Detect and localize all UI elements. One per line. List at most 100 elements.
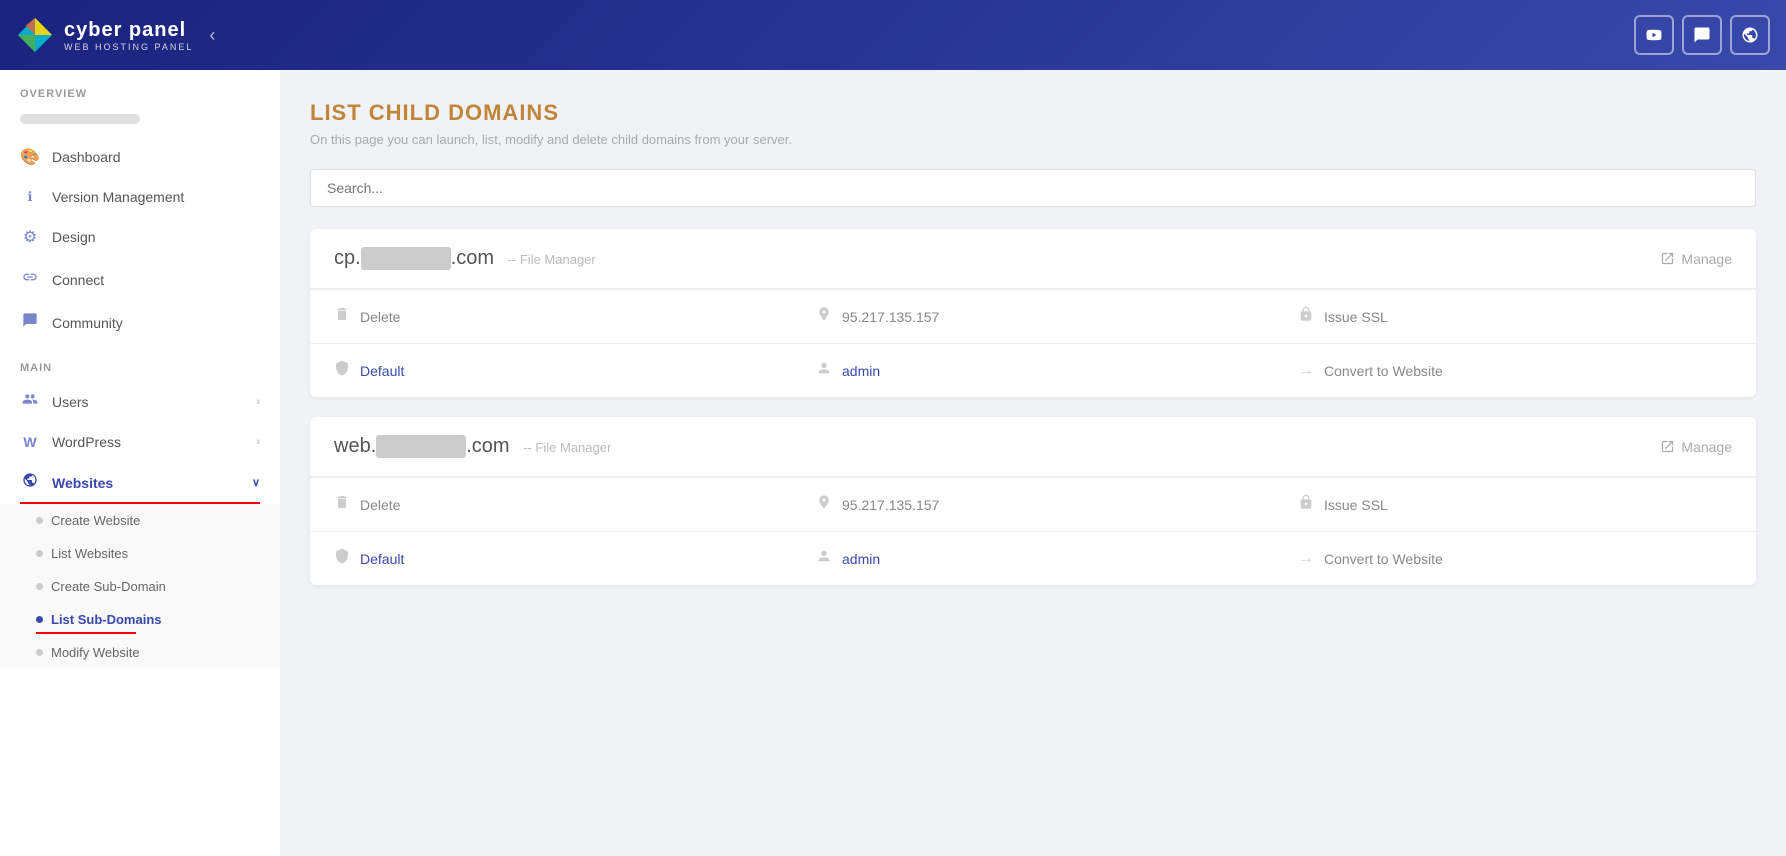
domain-card-1: cp.xxxxxxxxx.com -- File Manager Manage … (310, 229, 1756, 397)
sidebar-item-label: Users (52, 394, 89, 410)
wordpress-icon: W (20, 434, 40, 450)
websites-arrow: ∨ (252, 476, 260, 489)
domain-2-name: web.xxxxxxxxx.com -- File Manager (334, 435, 611, 458)
domain-2-manage-label: Manage (1681, 439, 1732, 455)
domain-card-2-body: Delete 95.217.135.157 Issue SSL (310, 477, 1756, 585)
ip-icon (816, 306, 832, 327)
submenu-label: List Websites (51, 546, 128, 561)
domain-2-package-action: Default (310, 531, 792, 585)
version-icon: ℹ (20, 189, 40, 205)
sidebar-item-label: Websites (52, 475, 113, 491)
dot-list-websites (36, 550, 43, 557)
domain-card-2-header: web.xxxxxxxxx.com -- File Manager Manage (310, 417, 1756, 477)
domain-1-manage-btn[interactable]: Manage (1660, 251, 1732, 267)
dot-create-website (36, 517, 43, 524)
logo: cyber panel WEB HOSTING PANEL (16, 16, 193, 54)
submenu-label: List Sub-Domains (51, 612, 162, 627)
search-input[interactable] (327, 180, 1739, 196)
sidebar-item-label: Connect (52, 272, 104, 288)
convert-icon: → (1298, 362, 1314, 380)
globe-icon[interactable] (1730, 15, 1770, 55)
sidebar: OVERVIEW 🎨 Dashboard ℹ Version Managemen… (0, 70, 280, 856)
sidebar-item-design[interactable]: ⚙ Design (0, 216, 280, 258)
sidebar-item-label: Community (52, 315, 123, 331)
domain-2-suffix: .com (466, 435, 509, 457)
domain-2-user-action: admin (792, 531, 1274, 585)
chat-icon[interactable] (1682, 15, 1722, 55)
header-icons (1634, 15, 1770, 55)
sidebar-item-users[interactable]: Users › (0, 380, 280, 423)
domain-1-ssl-action[interactable]: Issue SSL (1274, 289, 1756, 343)
sidebar-item-label: Design (52, 229, 96, 245)
domain-1-suffix: .com (451, 247, 494, 269)
domain-2-convert-action[interactable]: → Convert to Website (1274, 531, 1756, 585)
dot-list-subdomains (36, 616, 43, 623)
domain-2-convert-label: Convert to Website (1324, 551, 1443, 567)
sidebar-item-dashboard[interactable]: 🎨 Dashboard (0, 136, 280, 178)
layout: OVERVIEW 🎨 Dashboard ℹ Version Managemen… (0, 70, 1786, 856)
domain-card-2: web.xxxxxxxxx.com -- File Manager Manage… (310, 417, 1756, 585)
users-arrow: › (256, 396, 260, 408)
domain-2-blurred: xxxxxxxxx (376, 435, 466, 458)
domain-1-manage-label: Manage (1681, 251, 1732, 267)
domain-1-file-manager[interactable]: -- File Manager (508, 252, 596, 267)
submenu-label: Create Sub-Domain (51, 579, 166, 594)
sidebar-item-websites[interactable]: Websites ∨ (0, 461, 280, 504)
domain-1-user-action: admin (792, 343, 1274, 397)
delete-icon-2 (334, 494, 350, 515)
domain-1-name: cp.xxxxxxxxx.com -- File Manager (334, 247, 596, 270)
package-icon-2 (334, 548, 350, 569)
submenu-create-website[interactable]: Create Website (0, 504, 280, 537)
domain-1-prefix: cp. (334, 247, 361, 269)
users-icon (20, 391, 40, 412)
domain-2-delete-action[interactable]: Delete (310, 477, 792, 531)
domain-2-file-manager[interactable]: -- File Manager (523, 440, 611, 455)
domain-2-ip: 95.217.135.157 (842, 497, 939, 513)
domain-1-package-action: Default (310, 343, 792, 397)
brand-sub: WEB HOSTING PANEL (64, 42, 193, 52)
domain-1-ip-action: 95.217.135.157 (792, 289, 1274, 343)
main-label: MAIN (0, 344, 280, 380)
delete-label: Delete (360, 309, 400, 325)
sidebar-item-connect[interactable]: Connect (0, 258, 280, 301)
connect-icon (20, 269, 40, 290)
sidebar-item-wordpress[interactable]: W WordPress › (0, 423, 280, 461)
ssl-icon-2 (1298, 494, 1314, 515)
domain-2-manage-btn[interactable]: Manage (1660, 439, 1732, 455)
websites-icon (20, 472, 40, 493)
overview-label: OVERVIEW (0, 70, 280, 106)
dashboard-icon: 🎨 (20, 147, 40, 167)
list-subdomains-underline (36, 632, 136, 634)
package-icon (334, 360, 350, 381)
sidebar-toggle[interactable]: ‹ (209, 25, 215, 46)
main-content: LIST CHILD DOMAINS On this page you can … (280, 70, 1786, 856)
domain-1-ip: 95.217.135.157 (842, 309, 939, 325)
submenu-label: Create Website (51, 513, 140, 528)
dot-create-subdomain (36, 583, 43, 590)
submenu-create-subdomain[interactable]: Create Sub-Domain (0, 570, 280, 603)
submenu-list-websites[interactable]: List Websites (0, 537, 280, 570)
sidebar-item-version-management[interactable]: ℹ Version Management (0, 178, 280, 216)
youtube-icon[interactable] (1634, 15, 1674, 55)
wordpress-arrow: › (256, 436, 260, 448)
domain-1-delete-action[interactable]: Delete (310, 289, 792, 343)
domain-card-1-body: Delete 95.217.135.157 Issue SSL (310, 289, 1756, 397)
logo-text: cyber panel WEB HOSTING PANEL (64, 19, 193, 52)
user-bar (0, 106, 280, 132)
sidebar-item-community[interactable]: Community (0, 301, 280, 344)
domain-2-package-label: Default (360, 551, 404, 567)
domain-1-convert-action[interactable]: → Convert to Website (1274, 343, 1756, 397)
submenu-list-subdomains[interactable]: List Sub-Domains (0, 603, 280, 636)
design-icon: ⚙ (20, 227, 40, 247)
domain-1-convert-label: Convert to Website (1324, 363, 1443, 379)
sidebar-item-label: Version Management (52, 189, 184, 205)
user-icon (816, 360, 832, 381)
header: cyber panel WEB HOSTING PANEL ‹ (0, 0, 1786, 70)
domain-1-user-label: admin (842, 363, 880, 379)
domain-2-ssl-label: Issue SSL (1324, 497, 1388, 513)
domain-2-ssl-action[interactable]: Issue SSL (1274, 477, 1756, 531)
submenu-modify-website[interactable]: Modify Website (0, 636, 280, 669)
domain-card-1-header: cp.xxxxxxxxx.com -- File Manager Manage (310, 229, 1756, 289)
user-bar-visual (20, 114, 140, 124)
page-subtitle: On this page you can launch, list, modif… (310, 132, 1756, 147)
